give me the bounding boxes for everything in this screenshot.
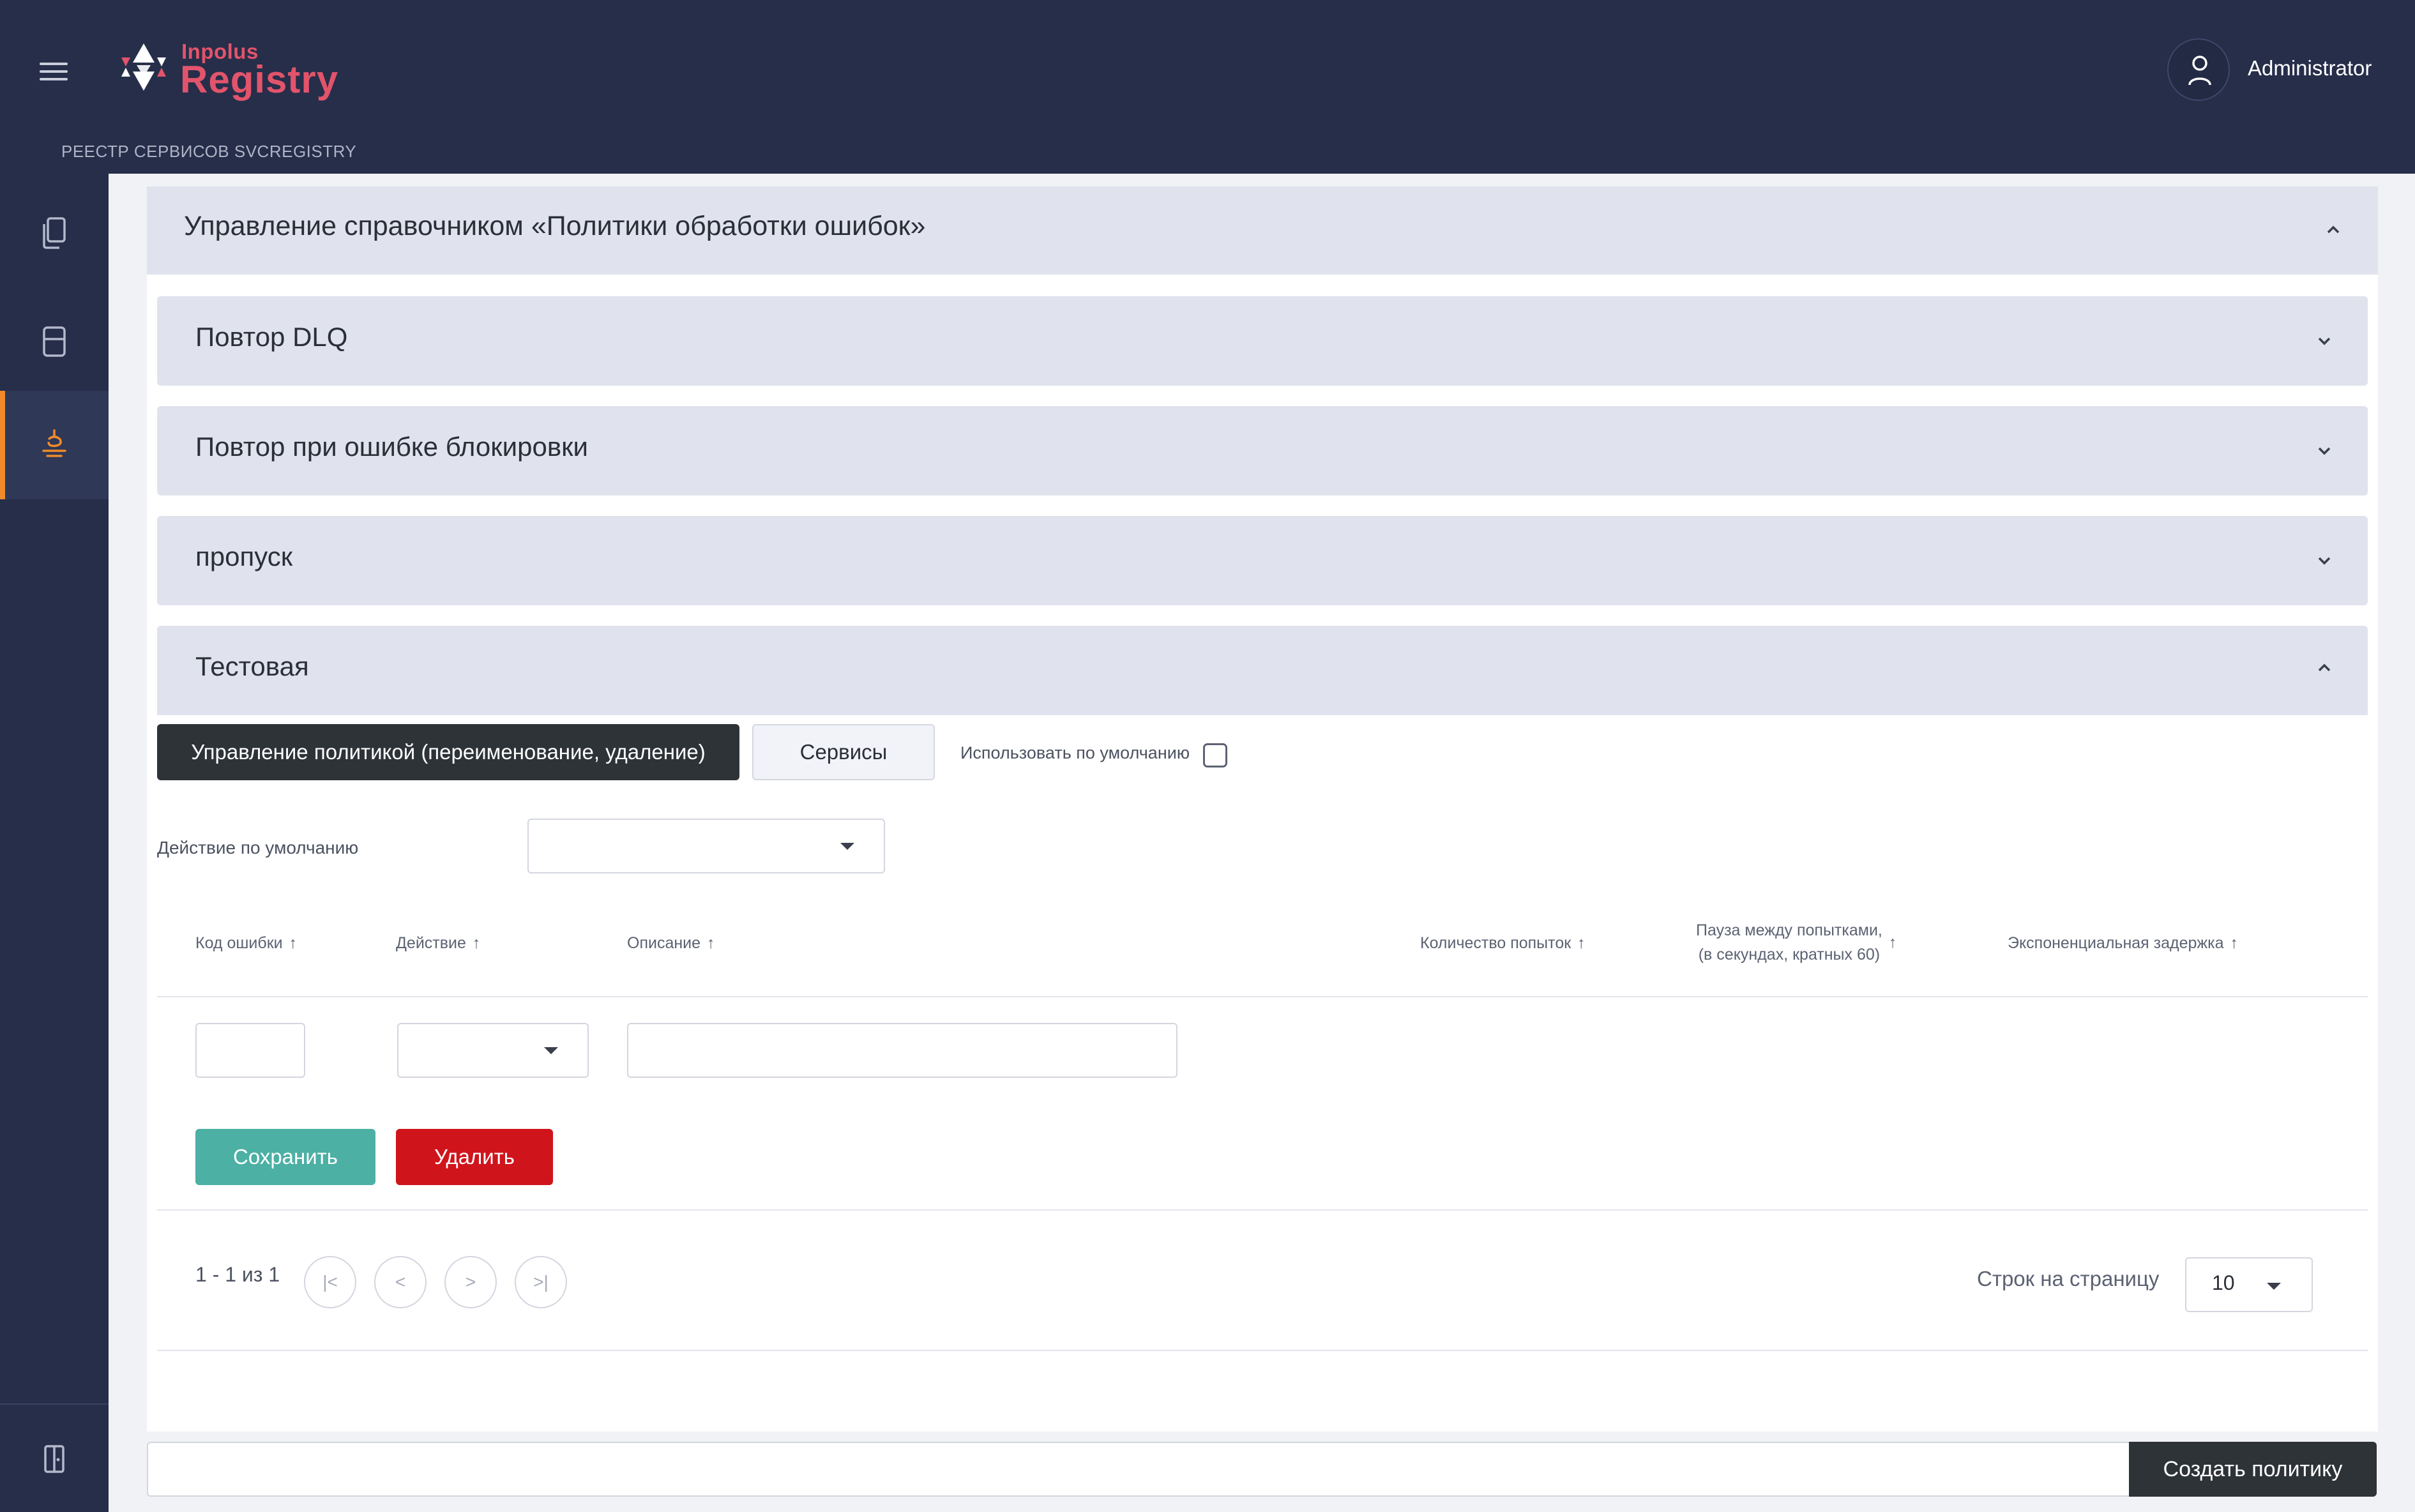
rows-per-page-select[interactable]: 10 [2185,1257,2313,1312]
caret-down-icon [544,1047,558,1054]
first-page-icon: |< [322,1272,338,1292]
breadcrumb[interactable]: РЕЕСТР СЕРВИСОВ SVCREGISTRY [61,142,356,162]
dictionary-accordion-header[interactable]: Управление справочником «Политики обрабо… [147,186,2378,275]
description-input[interactable] [627,1023,1177,1078]
delete-button[interactable]: Удалить [396,1129,553,1185]
last-page-button[interactable]: >| [515,1256,567,1308]
policy-accordion-test[interactable]: Тестовая [157,626,2368,715]
chevron-down-icon [2318,557,2331,565]
chevron-down-icon [2318,337,2331,345]
dictionary-title: Управление справочником «Политики обрабо… [184,211,926,241]
sidebar-item-documents[interactable] [0,179,109,287]
default-action-label: Действие по умолчанию [157,838,359,858]
column-header-code[interactable]: Код ошибки ↑ [195,931,297,955]
column-header-pause[interactable]: Пауза между попытками, (в секундах, крат… [1696,918,1896,967]
sort-arrow-icon: ↑ [1577,934,1586,952]
use-default-checkbox[interactable] [1203,743,1227,767]
create-policy-button[interactable]: Создать политику [2129,1442,2377,1497]
previous-page-button[interactable]: < [374,1256,427,1308]
left-sidebar [0,174,109,1512]
column-header-exponential[interactable]: Экспоненциальная задержка ↑ [2008,931,2238,955]
sort-arrow-icon: ↑ [1888,934,1897,951]
policy-title: пропуск [195,541,293,571]
row-action-select[interactable] [397,1023,589,1078]
documents-icon [43,217,66,249]
pagination-range: 1 - 1 из 1 [195,1263,280,1286]
user-icon [2188,56,2211,86]
column-header-action[interactable]: Действие ↑ [396,931,480,955]
services-button[interactable]: Сервисы [752,724,935,780]
rows-per-page-label: Строк на страницу [1977,1267,2160,1290]
new-policy-name-input[interactable] [147,1442,2130,1497]
rows-per-page-value: 10 [2212,1271,2235,1294]
chevron-up-icon [2327,225,2340,234]
panel-bottom-divider [157,1350,2368,1351]
default-action-select[interactable] [527,819,885,873]
error-code-input[interactable] [195,1023,305,1078]
logo-text-big: Registry [180,58,339,101]
sort-arrow-icon: ↑ [472,934,481,952]
policy-title: Тестовая [195,651,309,681]
last-page-icon: >| [533,1272,549,1292]
user-avatar[interactable] [2167,38,2230,101]
sort-arrow-icon: ↑ [2230,934,2239,952]
policy-title: Повтор при ошибке блокировки [195,432,588,462]
chevron-up-icon [2318,663,2331,672]
chevron-right-icon: > [465,1272,476,1292]
sort-arrow-icon: ↑ [707,934,715,952]
sidebar-item-exit[interactable] [0,1406,109,1512]
column-header-description[interactable]: Описание ↑ [627,931,715,955]
chevron-down-icon [2318,447,2331,455]
save-button[interactable]: Сохранить [195,1129,375,1185]
sort-arrow-icon: ↑ [289,934,298,952]
next-page-button[interactable]: > [444,1256,497,1308]
sidebar-divider [0,1403,109,1405]
user-name[interactable]: Administrator [2248,56,2372,80]
caret-down-icon [2267,1283,2281,1290]
exit-door-icon [44,1445,64,1473]
table-header-divider [157,996,2368,997]
policy-accordion-skip[interactable]: пропуск [157,516,2368,605]
policy-accordion-povtor-dlq[interactable]: Повтор DLQ [157,296,2368,386]
policy-title: Повтор DLQ [195,322,348,352]
logo-icon [121,43,166,91]
storage-icon [43,326,66,357]
policy-accordion-lock-retry[interactable]: Повтор при ошибке блокировки [157,406,2368,495]
sidebar-item-storage[interactable] [0,287,109,396]
manage-policy-button[interactable]: Управление политикой (переименование, уд… [157,724,739,780]
sidebar-item-policies[interactable] [0,391,109,499]
use-default-label: Использовать по умолчанию [960,743,1190,762]
column-header-attempts[interactable]: Количество попыток ↑ [1420,931,1586,955]
table-bottom-divider [157,1209,2368,1211]
main-panel: Управление справочником «Политики обрабо… [147,186,2378,1432]
chevron-left-icon: < [395,1272,406,1292]
top-header: Inpolus Registry РЕЕСТР СЕРВИСОВ SVCREGI… [0,0,2415,174]
first-page-button[interactable]: |< [304,1256,356,1308]
caret-down-icon [840,843,854,850]
policy-icon [42,429,66,457]
hamburger-menu-icon[interactable] [40,63,68,80]
